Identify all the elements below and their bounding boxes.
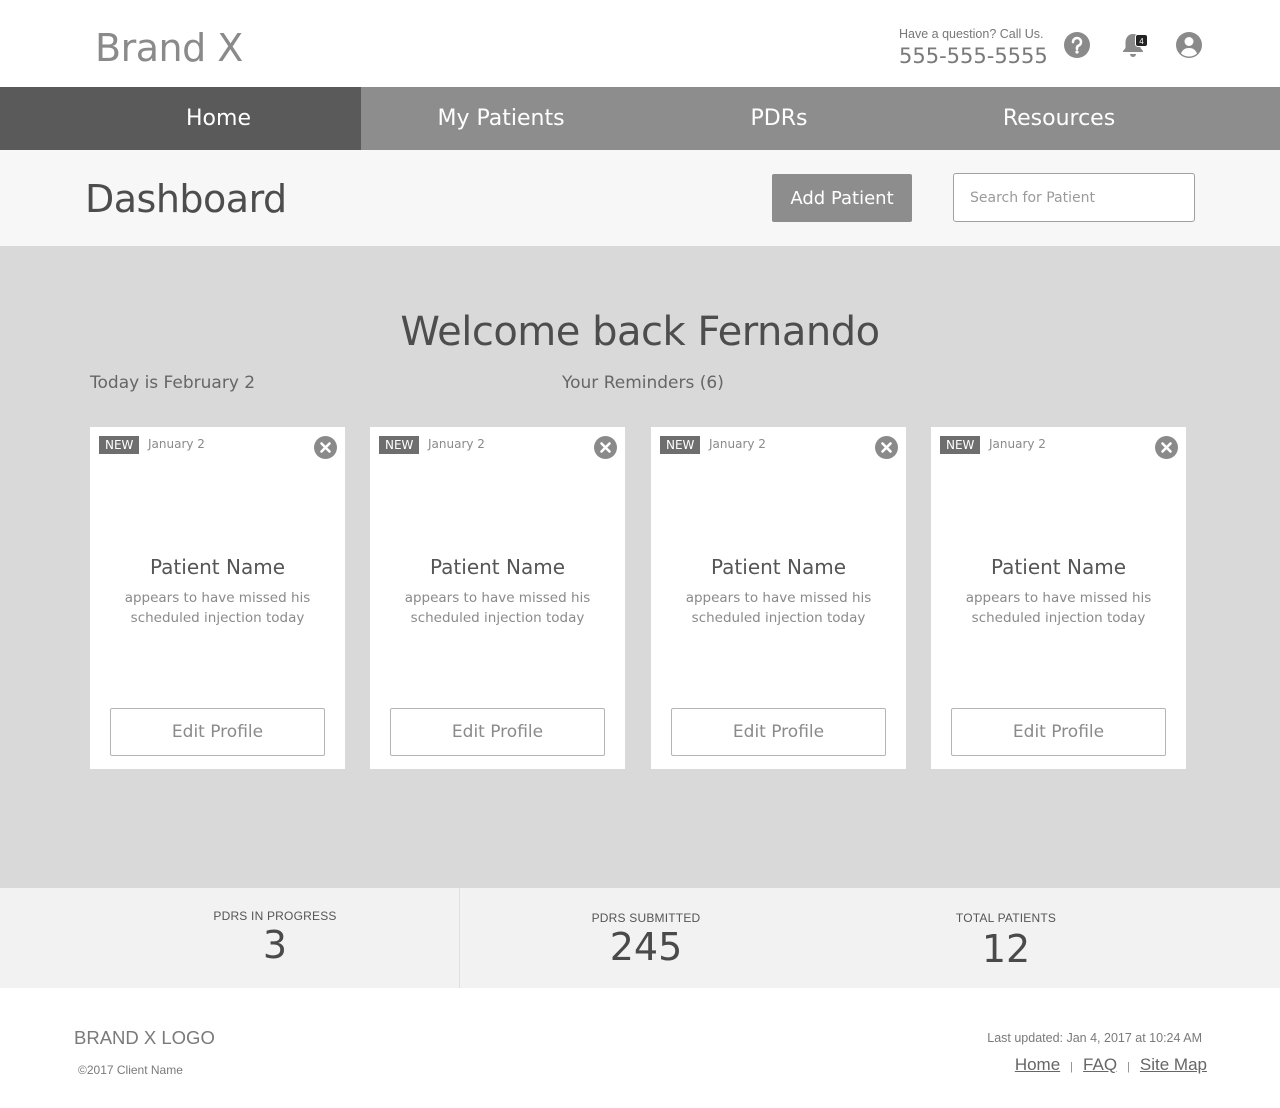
edit-profile-button[interactable]: Edit Profile	[110, 708, 325, 756]
footer-logo: BRAND X LOGO	[74, 1027, 215, 1048]
patient-name: Patient Name	[991, 555, 1126, 579]
stat-label: PDRS SUBMITTED	[591, 911, 701, 925]
new-badge: NEW	[940, 436, 981, 454]
nav-item-home[interactable]: Home	[0, 87, 361, 150]
patient-name: Patient Name	[150, 555, 285, 579]
contact-question: Have a question? Call Us.	[899, 27, 1044, 41]
close-icon[interactable]	[314, 436, 337, 459]
close-icon[interactable]	[1155, 436, 1178, 459]
edit-profile-button[interactable]: Edit Profile	[951, 708, 1166, 756]
reminder-message: appears to have missed his scheduled inj…	[404, 590, 591, 626]
reminder-message: appears to have missed his scheduled inj…	[965, 590, 1152, 626]
stat-pdrs-submitted: PDRS SUBMITTED 245	[546, 911, 746, 969]
stat-pdrs-in-progress: PDRS IN PROGRESS 3	[175, 909, 375, 967]
page-title: Dashboard	[85, 177, 287, 221]
footer-separator: |	[1070, 1061, 1074, 1073]
stat-total-patients: TOTAL PATIENTS 12	[906, 911, 1106, 971]
stat-value: 245	[609, 925, 683, 969]
patient-name: Patient Name	[430, 555, 565, 579]
footer-separator: |	[1127, 1061, 1130, 1073]
reminder-date: January 2	[148, 437, 205, 451]
close-icon[interactable]	[875, 436, 898, 459]
nav-item-pdrs[interactable]: PDRs	[641, 87, 917, 150]
footer-link-home[interactable]: Home	[1015, 1055, 1060, 1075]
welcome-heading: Welcome back Fernando	[400, 309, 880, 355]
edit-profile-button[interactable]: Edit Profile	[390, 708, 605, 756]
contact-info: Have a question? Call Us. 555-555-5555	[899, 27, 1048, 68]
reminder-card: NEW January 2 Patient Name appears to ha…	[931, 427, 1186, 769]
stats-divider	[459, 888, 460, 988]
edit-profile-button[interactable]: Edit Profile	[671, 708, 886, 756]
footer-links: Home | FAQ | Site Map	[1015, 1055, 1207, 1075]
new-badge: NEW	[99, 436, 140, 454]
reminder-message: appears to have missed his scheduled inj…	[124, 590, 311, 626]
nav-item-my-patients[interactable]: My Patients	[361, 87, 641, 150]
help-icon[interactable]	[1063, 31, 1091, 59]
new-badge: NEW	[660, 436, 701, 454]
contact-phone[interactable]: 555-555-5555	[899, 44, 1048, 68]
reminders-label: Your Reminders (6)	[562, 373, 724, 393]
stat-value: 3	[262, 923, 288, 967]
nav-item-resources[interactable]: Resources	[917, 87, 1201, 150]
user-icon[interactable]	[1175, 31, 1203, 59]
close-icon[interactable]	[594, 436, 617, 459]
footer-link-site-map[interactable]: Site Map	[1140, 1055, 1207, 1075]
patient-name: Patient Name	[711, 555, 846, 579]
stat-label: PDRS IN PROGRESS	[213, 909, 337, 923]
footer-link-faq[interactable]: FAQ	[1083, 1055, 1117, 1075]
reminder-date: January 2	[428, 437, 485, 451]
today-date: Today is February 2	[90, 373, 256, 393]
last-updated: Last updated: Jan 4, 2017 at 10:24 AM	[987, 1031, 1202, 1045]
stat-value: 12	[981, 927, 1031, 971]
reminder-date: January 2	[709, 437, 766, 451]
reminder-card: NEW January 2 Patient Name appears to ha…	[651, 427, 906, 769]
footer-copyright: ©2017 Client Name	[78, 1063, 183, 1077]
stat-label: TOTAL PATIENTS	[955, 911, 1057, 925]
notification-count-badge: 4	[1135, 34, 1148, 47]
reminder-date: January 2	[989, 437, 1046, 451]
add-patient-button[interactable]: Add Patient	[772, 174, 912, 222]
search-patient-input[interactable]	[953, 173, 1195, 222]
reminder-card: NEW January 2 Patient Name appears to ha…	[370, 427, 625, 769]
reminder-message: appears to have missed his scheduled inj…	[685, 590, 872, 626]
brand-logo[interactable]: Brand X	[95, 26, 243, 70]
reminder-card: NEW January 2 Patient Name appears to ha…	[90, 427, 345, 769]
new-badge: NEW	[379, 436, 420, 454]
main-nav: Home My Patients PDRs Resources	[0, 87, 1280, 150]
